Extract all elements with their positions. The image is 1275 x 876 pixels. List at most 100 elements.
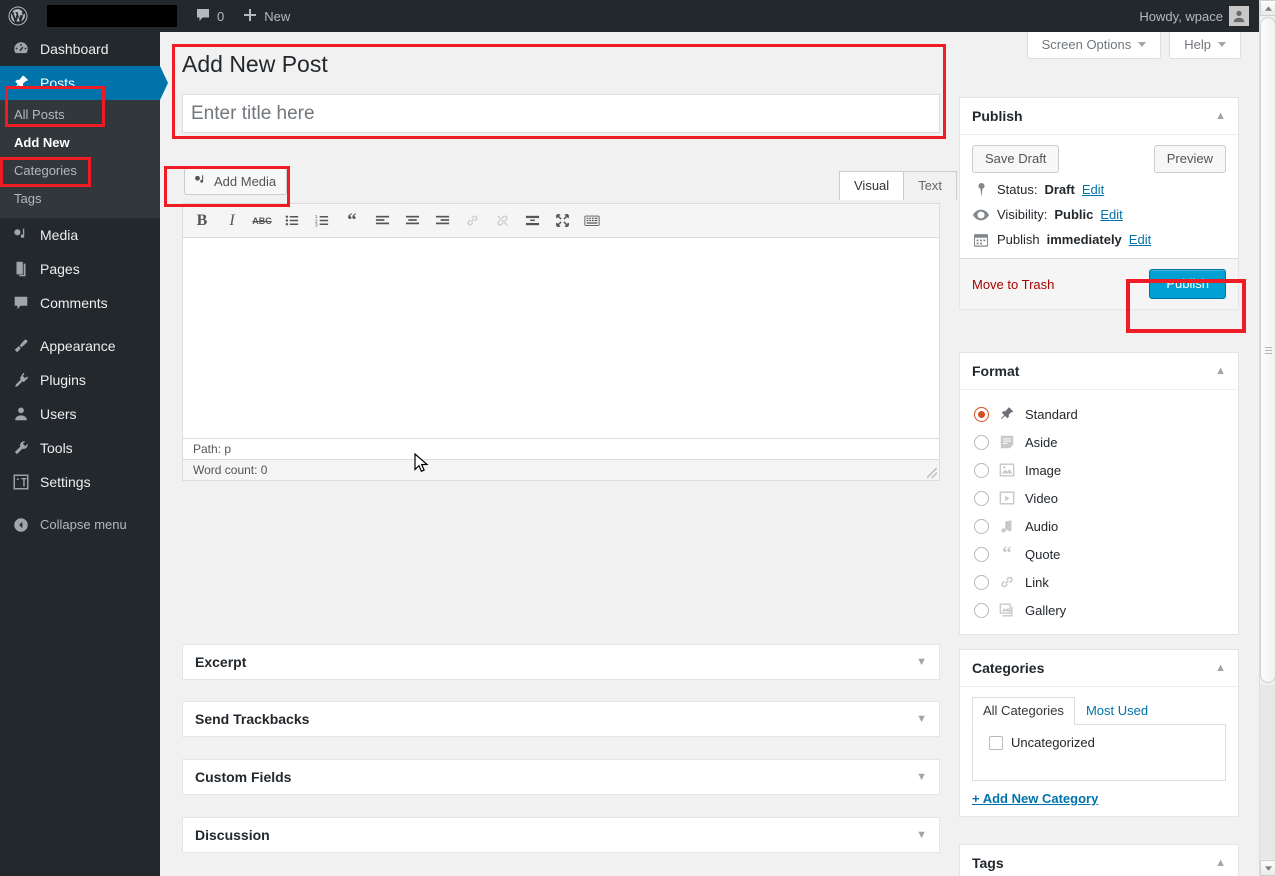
radio-video[interactable] <box>974 490 989 506</box>
user-avatar-icon[interactable] <box>1229 6 1249 26</box>
format-option-aside[interactable]: Aside <box>972 428 1226 456</box>
chevron-up-icon[interactable]: ▲ <box>1215 857 1226 869</box>
format-option-image[interactable]: Image <box>972 456 1226 484</box>
link-chain-icon <box>998 573 1016 591</box>
tags-panel: Tags ▲ <box>959 844 1239 876</box>
wordpress-logo-icon[interactable] <box>0 0 38 32</box>
editor-resize-handle[interactable] <box>927 468 937 478</box>
scroll-up-arrow-icon[interactable] <box>1260 0 1275 16</box>
chevron-up-icon[interactable]: ▲ <box>1215 662 1226 674</box>
screen-options-button[interactable]: Screen Options <box>1026 32 1162 59</box>
preview-button[interactable]: Preview <box>1153 145 1226 173</box>
format-option-label: Image <box>1025 462 1062 478</box>
schedule-edit-link[interactable]: Edit <box>1129 232 1151 247</box>
metabox-title: Send Trackbacks <box>195 711 310 727</box>
radio-standard[interactable] <box>974 406 989 422</box>
move-to-trash-link[interactable]: Move to Trash <box>972 277 1054 292</box>
sidebar-subitem-tags[interactable]: Tags <box>0 185 160 213</box>
sidebar-item-appearance[interactable]: Appearance <box>0 329 160 363</box>
tab-all-categories[interactable]: All Categories <box>972 697 1075 725</box>
tab-text[interactable]: Text <box>903 171 958 200</box>
bullet-list-icon[interactable] <box>279 208 305 234</box>
format-option-standard[interactable]: Standard <box>972 400 1226 428</box>
chevron-up-icon[interactable]: ▲ <box>1215 110 1226 122</box>
sidebar-item-settings[interactable]: Settings <box>0 465 160 499</box>
chevron-down-icon[interactable]: ▼ <box>916 829 927 841</box>
sidebar-item-label: Pages <box>40 261 80 277</box>
sidebar-item-plugins[interactable]: Plugins <box>0 363 160 397</box>
insert-link-icon[interactable] <box>459 208 485 234</box>
sidebar-item-media[interactable]: Media <box>0 218 160 252</box>
fullscreen-icon[interactable] <box>549 208 575 234</box>
metabox-custom-fields[interactable]: Custom Fields ▼ <box>182 759 940 795</box>
chevron-down-icon[interactable]: ▼ <box>916 656 927 668</box>
scrollbar-track[interactable] <box>1260 685 1275 859</box>
radio-link[interactable] <box>974 574 989 590</box>
radio-image[interactable] <box>974 462 989 478</box>
toolbar-toggle-icon[interactable] <box>579 208 605 234</box>
add-media-button[interactable]: Add Media <box>184 168 288 195</box>
strikethrough-icon[interactable]: ABC <box>249 208 275 234</box>
sidebar-item-dashboard[interactable]: Dashboard <box>0 32 160 66</box>
sidebar-item-pages[interactable]: Pages <box>0 252 160 286</box>
chevron-down-icon[interactable]: ▼ <box>916 771 927 783</box>
howdy-label[interactable]: Howdy, wpace <box>1139 9 1229 24</box>
sidebar-item-users[interactable]: Users <box>0 397 160 431</box>
comments-count-item[interactable]: 0 <box>186 0 233 32</box>
format-option-label: Link <box>1025 574 1049 590</box>
chevron-up-icon[interactable]: ▲ <box>1215 365 1226 377</box>
checkbox-uncategorized[interactable] <box>989 735 1003 750</box>
status-edit-link[interactable]: Edit <box>1082 182 1104 197</box>
chevron-down-icon[interactable]: ▼ <box>916 713 927 725</box>
radio-aside[interactable] <box>974 434 989 450</box>
publish-button[interactable]: Publish <box>1149 269 1226 299</box>
new-content-item[interactable]: New <box>233 0 299 32</box>
sidebar-subitem-all-posts[interactable]: All Posts <box>0 101 160 129</box>
align-center-icon[interactable] <box>399 208 425 234</box>
radio-gallery[interactable] <box>974 602 989 618</box>
scroll-down-arrow-icon[interactable] <box>1260 860 1275 876</box>
blockquote-icon[interactable]: “ <box>339 208 365 234</box>
post-title-input[interactable] <box>182 94 940 133</box>
sidebar-subitem-add-new[interactable]: Add New <box>0 129 160 157</box>
tab-all-categories-label: All Categories <box>983 703 1064 718</box>
site-name-redacted[interactable] <box>38 0 186 32</box>
collapse-menu-button[interactable]: Collapse menu <box>0 508 160 542</box>
sidebar-subitem-categories[interactable]: Categories <box>0 157 160 185</box>
bold-icon[interactable]: B <box>189 208 215 234</box>
metabox-excerpt[interactable]: Excerpt ▼ <box>182 644 940 680</box>
category-item-uncategorized[interactable]: Uncategorized <box>985 735 1213 750</box>
radio-quote[interactable] <box>974 546 989 562</box>
browser-scrollbar[interactable] <box>1259 0 1275 876</box>
radio-audio[interactable] <box>974 518 989 534</box>
categories-panel-body: All Categories Most Used Uncategorized +… <box>960 687 1238 816</box>
editor-content-area[interactable] <box>183 238 939 448</box>
metabox-discussion[interactable]: Discussion ▼ <box>182 817 940 853</box>
format-option-video[interactable]: Video <box>972 484 1226 512</box>
help-button[interactable]: Help <box>1169 32 1241 59</box>
save-draft-button[interactable]: Save Draft <box>972 145 1060 173</box>
numbered-list-icon[interactable]: 123 <box>309 208 335 234</box>
categories-panel-title: Categories <box>972 660 1045 676</box>
subitem-label: Tags <box>14 191 42 206</box>
align-left-icon[interactable] <box>369 208 395 234</box>
read-more-icon[interactable] <box>519 208 545 234</box>
unlink-icon[interactable] <box>489 208 515 234</box>
format-option-quote[interactable]: “ Quote <box>972 540 1226 568</box>
metabox-send-trackbacks[interactable]: Send Trackbacks ▼ <box>182 701 940 737</box>
tab-visual[interactable]: Visual <box>839 171 905 200</box>
sidebar-item-tools[interactable]: Tools <box>0 431 160 465</box>
format-option-gallery[interactable]: Gallery <box>972 596 1226 624</box>
italic-icon[interactable]: I <box>219 208 245 234</box>
sidebar-item-comments[interactable]: Comments <box>0 286 160 320</box>
visibility-edit-link[interactable]: Edit <box>1100 207 1122 222</box>
tab-most-used[interactable]: Most Used <box>1075 697 1159 725</box>
sidebar-item-label: Plugins <box>40 372 86 388</box>
align-right-icon[interactable] <box>429 208 455 234</box>
tags-panel-title: Tags <box>972 855 1004 871</box>
add-new-category-link[interactable]: + Add New Category <box>972 791 1226 806</box>
scrollbar-thumb[interactable] <box>1260 17 1275 683</box>
sidebar-item-posts[interactable]: Posts <box>0 66 168 100</box>
format-option-audio[interactable]: Audio <box>972 512 1226 540</box>
format-option-link[interactable]: Link <box>972 568 1226 596</box>
